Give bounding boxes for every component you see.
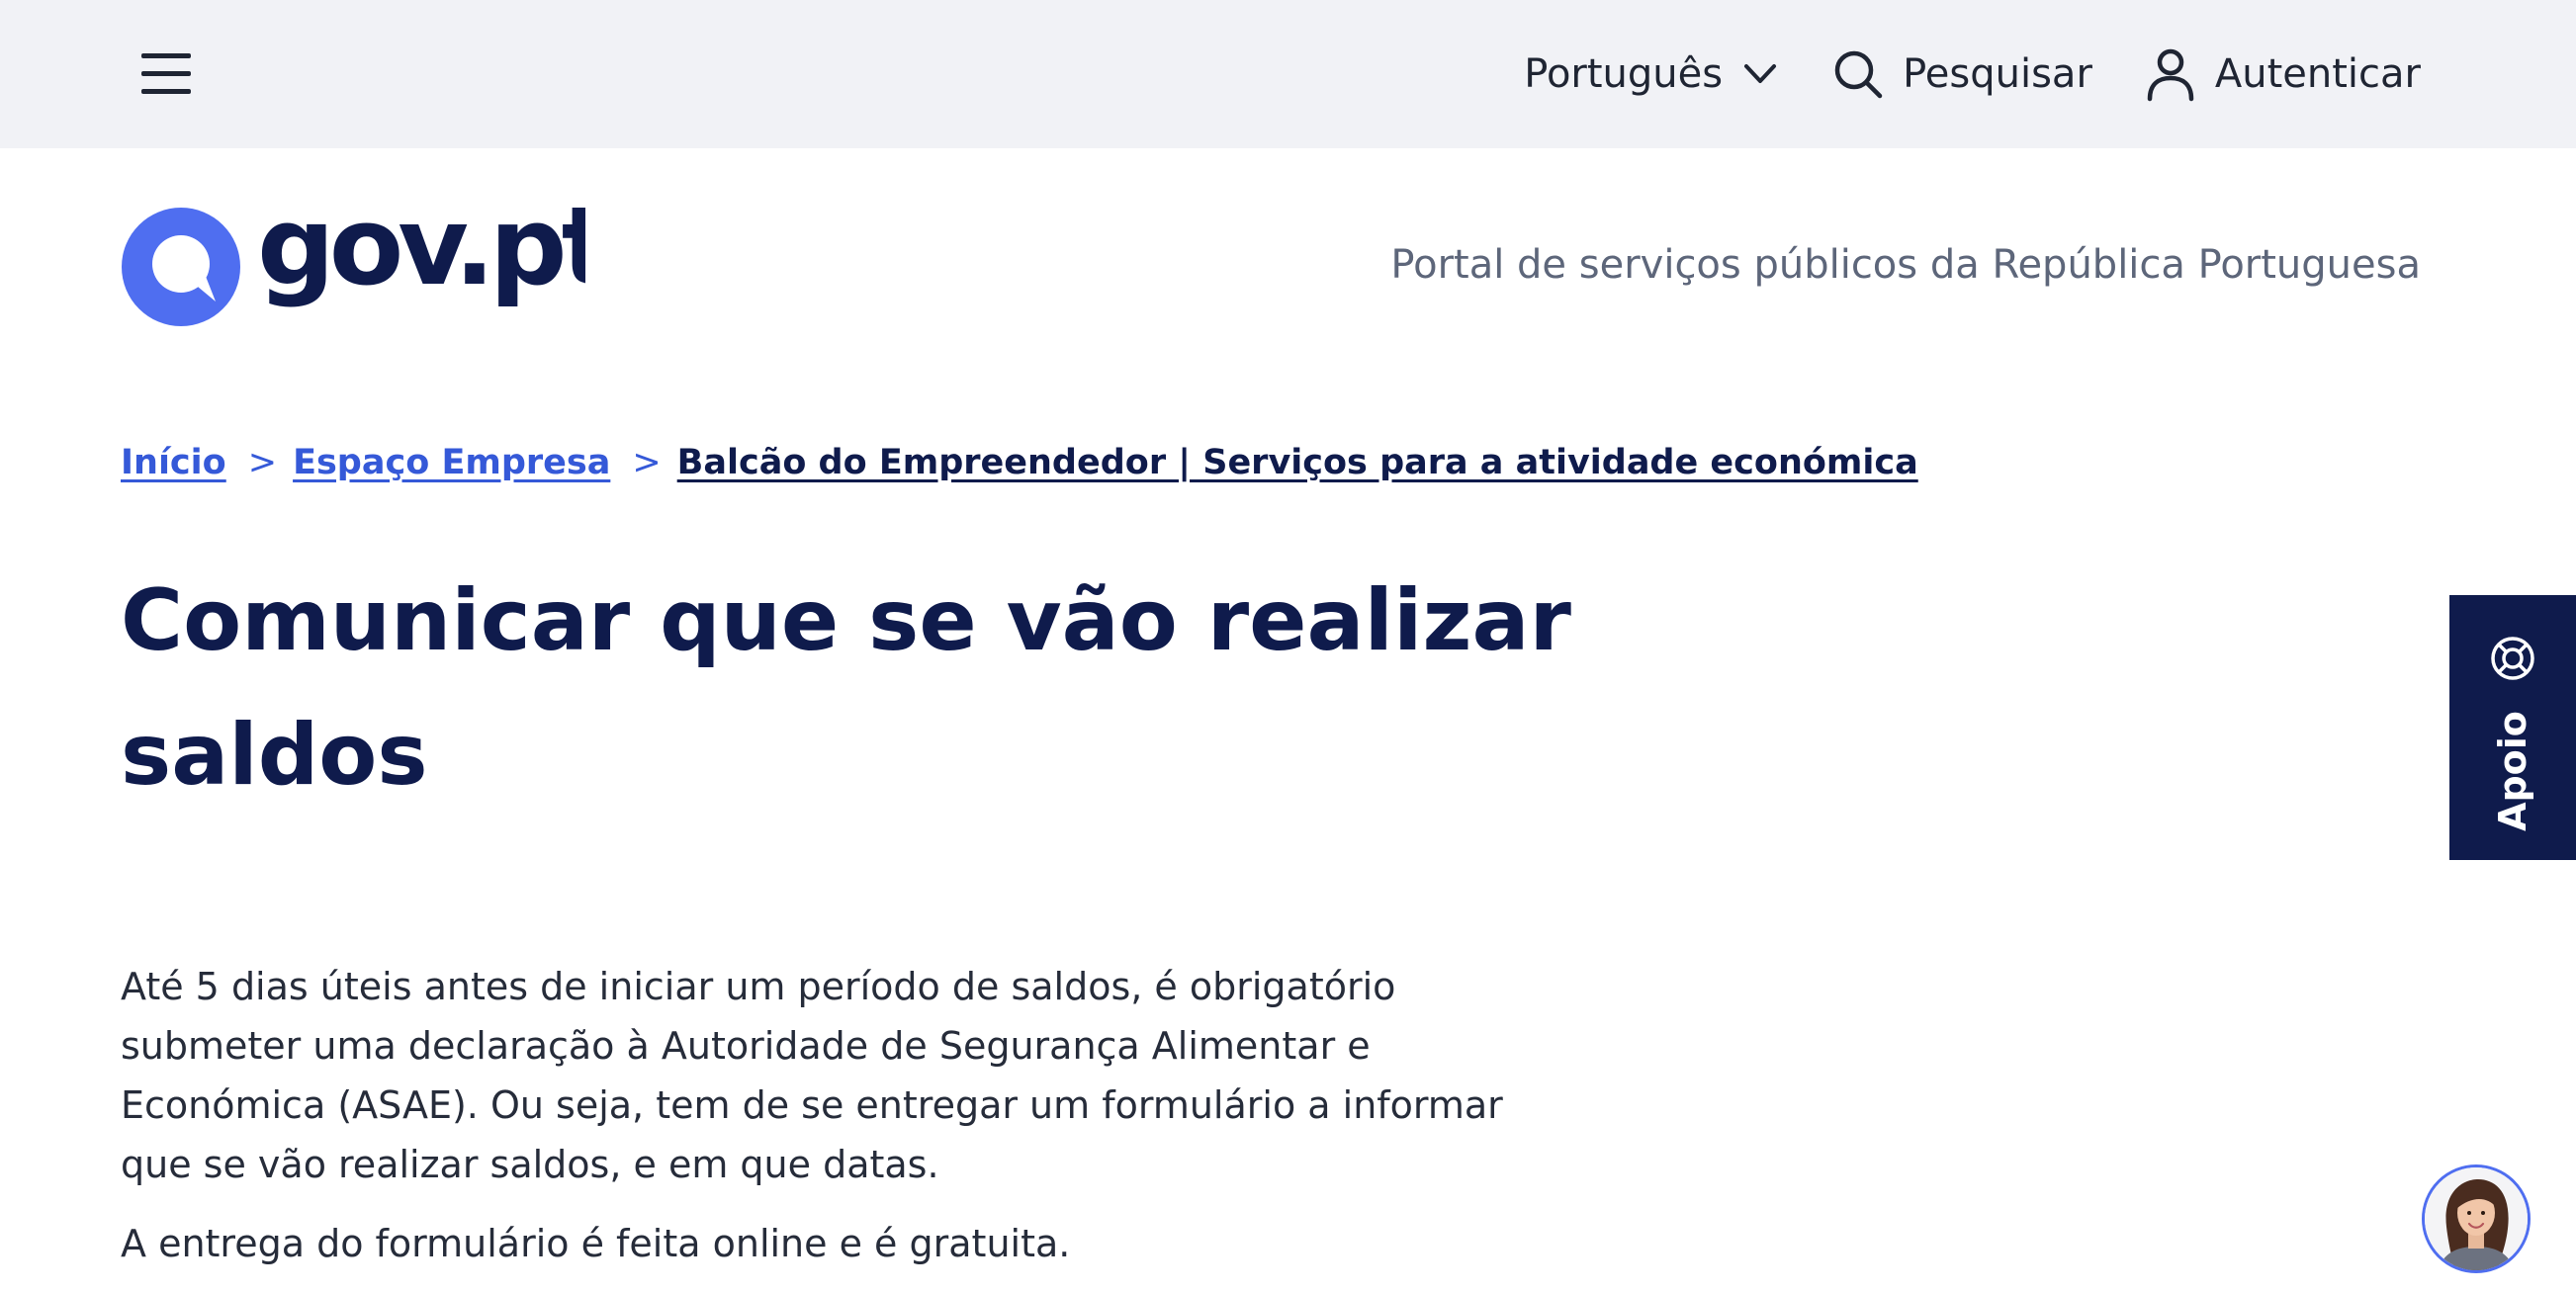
hamburger-menu-icon[interactable]: [138, 49, 194, 99]
top-utility-bar: Português Pesquisar Autenticar: [0, 0, 2576, 148]
breadcrumb-separator: >: [632, 443, 662, 482]
language-label: Português: [1524, 51, 1724, 97]
chevron-down-icon: [1744, 64, 1777, 83]
language-selector[interactable]: Português: [1524, 51, 1780, 97]
login-label: Autenticar: [2214, 51, 2421, 97]
main-content: Até 5 dias úteis antes de iniciar um per…: [121, 957, 1584, 1293]
assistant-avatar-icon: [2425, 1167, 2528, 1270]
portal-tagline: Portal de serviços públicos da República…: [1390, 242, 2421, 288]
logo-text: gov.pt: [257, 203, 585, 309]
support-label: Apoio: [2491, 711, 2534, 831]
gov-pt-logo-mark: gov.pt: [122, 183, 618, 326]
support-tab[interactable]: Apoio: [2449, 595, 2576, 860]
search-button[interactable]: Pesquisar: [1831, 47, 2092, 101]
breadcrumb-item-inicio[interactable]: Início: [121, 443, 226, 482]
breadcrumb: Início > Espaço Empresa > Balcão do Empr…: [121, 443, 1918, 482]
page-title: Comunicar que se vão realizar saldos: [121, 571, 1571, 805]
intro-paragraph: Até 5 dias úteis antes de iniciar um per…: [121, 965, 1503, 1186]
breadcrumb-item-espaco-empresa[interactable]: Espaço Empresa: [293, 443, 610, 482]
breadcrumb-item-balcao-empreendedor[interactable]: Balcão do Empreendedor | Serviços para a…: [677, 443, 1918, 482]
chat-assistant-button[interactable]: [2422, 1164, 2531, 1273]
lifebuoy-icon: [2491, 637, 2534, 680]
user-icon: [2147, 48, 2194, 102]
search-icon: [1834, 50, 1883, 99]
breadcrumb-separator: >: [247, 443, 278, 482]
gov-pt-logo[interactable]: gov.pt: [121, 183, 618, 331]
online-submission-paragraph: A entrega do formulário é feita online e…: [121, 1222, 1071, 1265]
login-button[interactable]: Autenticar: [2144, 46, 2421, 102]
search-label: Pesquisar: [1903, 51, 2092, 97]
top-actions: Português Pesquisar Autenticar: [1524, 0, 2421, 148]
